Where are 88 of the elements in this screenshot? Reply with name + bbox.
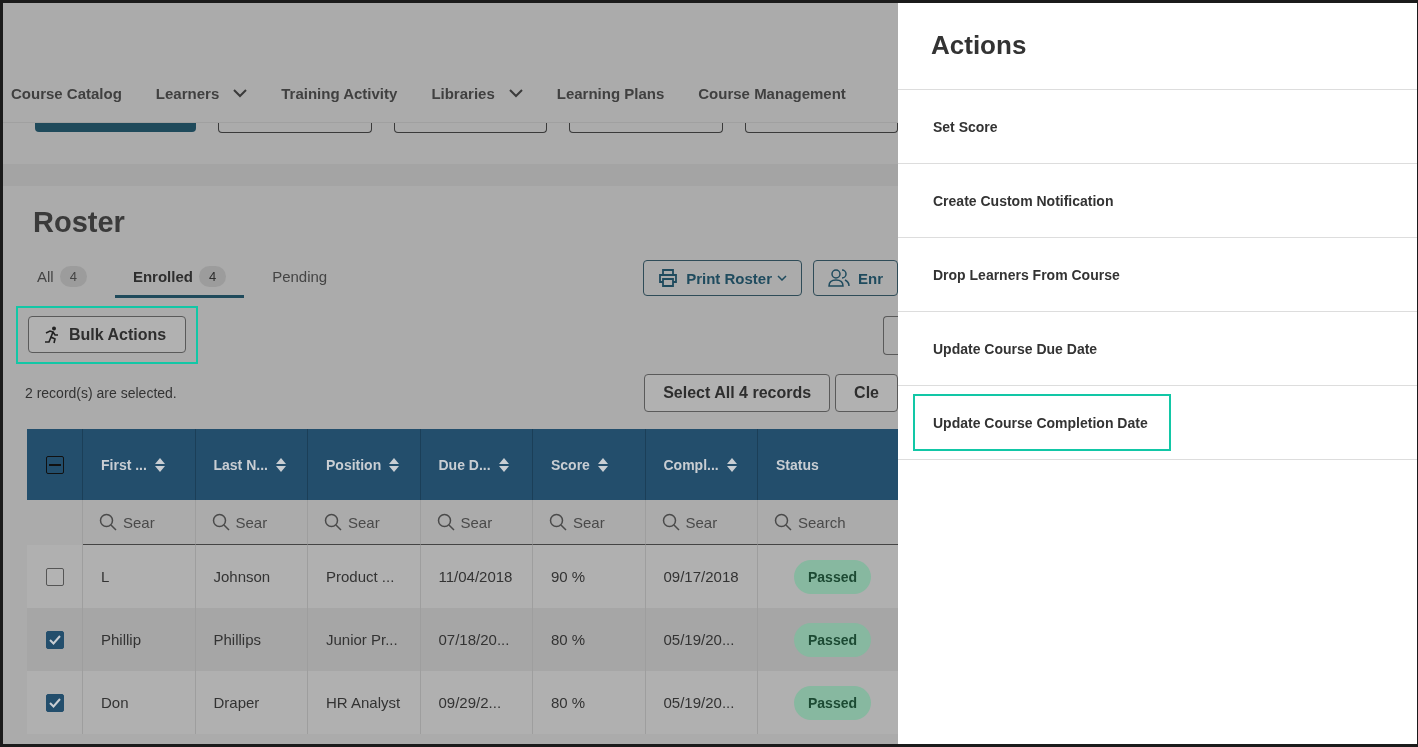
column-header[interactable]: Due D... xyxy=(438,456,491,473)
sort-icon xyxy=(726,457,737,472)
column-header[interactable]: Status xyxy=(776,456,819,473)
table-cell: 80 % xyxy=(551,631,586,648)
panel-title: Actions xyxy=(898,3,1417,90)
chevron-down-icon xyxy=(233,89,248,98)
sort-icon xyxy=(154,457,165,472)
column-header[interactable]: Last N... xyxy=(213,456,268,473)
search-field[interactable]: Sear xyxy=(573,513,643,531)
action-menu-item[interactable]: Set Score xyxy=(913,98,1021,155)
column-header[interactable]: First ... xyxy=(101,456,147,473)
partial-button[interactable] xyxy=(569,123,723,133)
row-checkbox[interactable] xyxy=(45,630,64,649)
search-field[interactable]: Sear xyxy=(685,513,756,531)
sort-icon xyxy=(389,457,400,472)
search-field[interactable]: Sear xyxy=(235,513,306,531)
tab[interactable]: Pending xyxy=(254,258,346,298)
table-cell: Phillip xyxy=(101,631,142,648)
table-cell: 07/18/20... xyxy=(438,631,510,648)
search-icon xyxy=(324,513,342,531)
printer-icon xyxy=(658,269,679,287)
search-icon xyxy=(774,513,792,531)
search-icon xyxy=(661,513,680,531)
bulk-actions-button[interactable]: Bulk Actions xyxy=(28,316,187,353)
select-all-checkbox[interactable] xyxy=(45,455,64,474)
table-cell: 05/19/20... xyxy=(663,631,735,648)
running-person-icon xyxy=(43,325,61,344)
column-header[interactable]: Compl... xyxy=(663,456,719,473)
table-cell: HR Analyst xyxy=(326,694,401,711)
checkmark-icon xyxy=(48,697,61,708)
selection-count-text: 2 record(s) are selected. xyxy=(25,385,177,401)
count-badge: 4 xyxy=(198,266,227,287)
column-header[interactable]: Score xyxy=(551,456,590,473)
tab[interactable]: Enrolled 4 xyxy=(114,258,245,298)
column-header[interactable]: Position xyxy=(326,456,382,473)
chevron-down-icon xyxy=(508,89,523,98)
table-cell: Product ... xyxy=(326,568,395,585)
table-cell: 11/04/2018 xyxy=(438,568,513,585)
action-menu-item[interactable]: Update Course Completion Date xyxy=(913,394,1171,451)
clear-button[interactable]: Cle xyxy=(835,374,898,412)
status-badge: Passed xyxy=(794,685,872,720)
search-field[interactable]: Search xyxy=(798,513,898,531)
count-badge: 4 xyxy=(59,266,87,287)
search-field[interactable]: Sear xyxy=(348,513,418,531)
enroll-button[interactable]: Enr xyxy=(813,260,898,296)
table-cell: Phillips xyxy=(213,631,262,648)
row-checkbox[interactable] xyxy=(45,567,64,586)
nav-item[interactable]: Libraries xyxy=(431,85,523,102)
search-field[interactable]: Sear xyxy=(460,513,531,531)
action-menu-item[interactable]: Create Custom Notification xyxy=(913,172,1137,229)
partial-button[interactable] xyxy=(393,123,548,133)
partial-button[interactable] xyxy=(744,123,898,133)
sort-icon xyxy=(498,457,509,472)
caret-icon xyxy=(777,275,787,281)
sort-icon xyxy=(275,457,286,472)
action-menu-item[interactable]: Drop Learners From Course xyxy=(913,246,1143,303)
nav-item[interactable]: Learners xyxy=(155,85,248,102)
tab[interactable]: All 4 xyxy=(25,258,105,298)
table-cell: 05/19/20... xyxy=(663,694,735,711)
print-roster-button[interactable]: Print Roster xyxy=(643,260,802,296)
search-icon xyxy=(211,513,230,531)
search-icon xyxy=(549,513,567,531)
table-cell: Don xyxy=(101,694,129,711)
action-menu-item[interactable]: Update Course Due Date xyxy=(913,320,1121,377)
sort-icon xyxy=(597,457,608,472)
partial-button[interactable] xyxy=(218,123,372,133)
nav-item[interactable]: Learning Plans xyxy=(556,85,665,102)
search-icon xyxy=(436,513,455,531)
table-cell: 80 % xyxy=(551,694,586,711)
nav-item[interactable]: Course Management xyxy=(698,85,846,102)
checkmark-icon xyxy=(48,634,61,645)
table-cell: 09/29/2... xyxy=(438,694,502,711)
nav-item[interactable]: Training Activity xyxy=(281,85,398,102)
status-badge: Passed xyxy=(794,559,872,594)
row-checkbox[interactable] xyxy=(45,693,64,712)
search-field[interactable]: Sear xyxy=(123,513,193,531)
table-cell: L xyxy=(101,568,110,585)
table-cell: 09/17/2018 xyxy=(663,568,739,585)
table-cell: Draper xyxy=(213,694,260,711)
select-all-button[interactable]: Select All 4 records xyxy=(644,374,831,412)
search-icon xyxy=(99,513,117,531)
status-badge: Passed xyxy=(794,622,872,657)
table-cell: Junior Pr... xyxy=(326,631,398,648)
nav-item[interactable]: Course Catalog xyxy=(11,85,122,102)
table-cell: Johnson xyxy=(213,568,271,585)
section-title: Roster xyxy=(33,206,126,240)
table-cell: 90 % xyxy=(551,568,586,585)
people-icon xyxy=(828,269,850,287)
